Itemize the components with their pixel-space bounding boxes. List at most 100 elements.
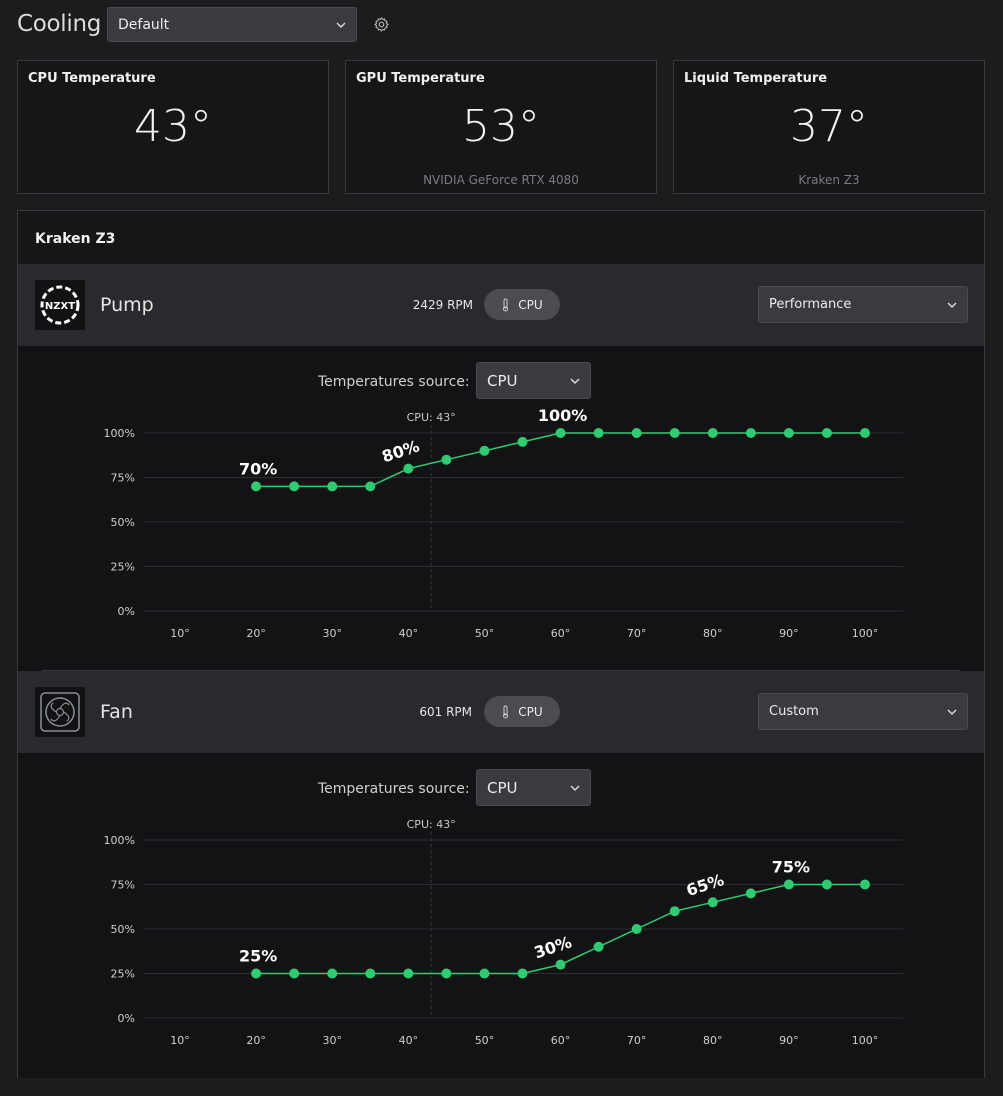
curve-point[interactable] [289, 968, 300, 979]
curve-point[interactable] [593, 941, 604, 952]
y-tick-label: 25% [111, 968, 135, 981]
fan-source-pill[interactable]: CPU [484, 696, 560, 727]
fan-icon [35, 687, 85, 737]
data-label: 75% [772, 858, 810, 877]
gpu-name: NVIDIA GeForce RTX 4080 [423, 173, 579, 187]
x-tick-label: 10° [170, 1034, 190, 1047]
pump-name: Pump [100, 294, 154, 316]
curve-point[interactable] [631, 924, 642, 934]
curve-point[interactable] [745, 428, 756, 438]
curve-point[interactable] [251, 481, 262, 492]
y-tick-label: 50% [111, 516, 135, 529]
page-header: Cooling [17, 6, 101, 42]
curve-point[interactable] [669, 428, 680, 438]
curve-point[interactable] [517, 968, 528, 979]
x-tick-label: 30° [322, 1034, 342, 1047]
x-tick-label: 100° [852, 1034, 879, 1047]
fan-mode-select[interactable]: Custom [758, 693, 968, 730]
curve-point[interactable] [707, 428, 718, 438]
liquid-device-name: Kraken Z3 [798, 173, 860, 187]
current-temp-label: CPU: 43° [407, 818, 456, 831]
curve-point[interactable] [441, 454, 452, 465]
curve-point[interactable] [555, 428, 566, 438]
chevron-down-icon [947, 301, 957, 308]
fan-rpm: 601 RPM [419, 705, 472, 719]
x-tick-label: 80° [703, 1034, 723, 1047]
svg-text:NZXT: NZXT [45, 301, 75, 312]
curve-point[interactable] [479, 445, 490, 456]
curve-point[interactable] [327, 481, 338, 492]
profile-select[interactable]: Default [107, 7, 357, 42]
curve-point[interactable] [707, 897, 718, 908]
curve-point[interactable] [669, 906, 680, 917]
pump-mode-select[interactable]: Performance [758, 286, 968, 323]
curve-point[interactable] [251, 968, 262, 979]
curve-point[interactable] [745, 888, 756, 899]
curve-line [256, 432, 865, 488]
cpu-temperature-value: 43° [134, 101, 212, 152]
x-tick-label: 40° [399, 1034, 419, 1047]
data-label: 70% [239, 459, 277, 478]
curve-point[interactable] [783, 428, 794, 438]
curve-point[interactable] [860, 428, 870, 438]
x-tick-label: 70° [627, 627, 647, 640]
x-tick-label: 70° [627, 1034, 647, 1047]
y-tick-label: 100% [104, 427, 135, 440]
curve-point[interactable] [593, 428, 604, 438]
gpu-temperature-card: GPU Temperature 53° NVIDIA GeForce RTX 4… [345, 60, 657, 194]
page-title: Cooling [17, 11, 102, 37]
curve-point[interactable] [365, 481, 376, 492]
profile-select-value: Default [118, 16, 170, 33]
x-tick-label: 20° [246, 1034, 266, 1047]
curve-point[interactable] [403, 463, 414, 474]
curve-point[interactable] [860, 879, 870, 890]
thermometer-icon [503, 298, 509, 311]
pump-source-label: CPU [518, 297, 543, 312]
curve-point[interactable] [631, 428, 642, 438]
liquid-temperature-card: Liquid Temperature 37° Kraken Z3 [673, 60, 985, 194]
x-tick-label: 100° [852, 627, 879, 640]
curve-point[interactable] [517, 436, 528, 447]
x-tick-label: 60° [551, 1034, 571, 1047]
y-tick-label: 50% [111, 923, 135, 936]
curve-point[interactable] [365, 968, 376, 979]
data-label: 25% [239, 947, 277, 966]
x-tick-label: 40° [399, 627, 419, 640]
current-temp-label: CPU: 43° [407, 411, 456, 424]
x-tick-label: 30° [322, 627, 342, 640]
pump-header: NZXT Pump 2429 RPM CPU Performance [18, 264, 984, 346]
pump-curve-chart[interactable]: 0% 25% 50% 75% 100% 10° 20° 30° 40° 50° 60° 70° 80° 9… [18, 346, 984, 671]
fan-source-label: CPU [518, 704, 543, 719]
pump-rpm: 2429 RPM [412, 298, 473, 312]
gear-icon[interactable] [373, 16, 390, 33]
gpu-temperature-value: 53° [462, 101, 540, 152]
data-label: 65% [684, 870, 726, 900]
x-tick-label: 90° [779, 627, 799, 640]
curve-point[interactable] [479, 968, 490, 979]
fan-name: Fan [100, 701, 133, 723]
cpu-temperature-label: CPU Temperature [28, 71, 156, 86]
curve-point[interactable] [289, 481, 300, 492]
fan-header: Fan 601 RPM CPU Custom [18, 671, 984, 753]
data-label: 100% [538, 406, 587, 425]
curve-point[interactable] [403, 968, 414, 979]
y-tick-label: 75% [111, 879, 135, 892]
curve-point[interactable] [821, 879, 832, 890]
curve-point[interactable] [783, 879, 794, 890]
fan-curve-chart[interactable]: 0% 25% 50% 75% 100% 10° 20° 30° 40° 50° 60° 70° 80° 9… [18, 753, 984, 1078]
fan-mode-value: Custom [769, 704, 819, 719]
x-tick-label: 20° [246, 627, 266, 640]
x-tick-label: 50° [475, 627, 495, 640]
curve-point[interactable] [441, 968, 452, 979]
y-tick-label: 25% [111, 561, 135, 574]
x-tick-label: 90° [779, 1034, 799, 1047]
pump-source-pill[interactable]: CPU [484, 289, 560, 320]
curve-point[interactable] [327, 968, 338, 979]
curve-point[interactable] [821, 428, 832, 438]
y-tick-label: 0% [118, 605, 135, 618]
curve-point[interactable] [555, 959, 566, 970]
chevron-down-icon [947, 708, 957, 715]
chevron-down-icon [336, 21, 346, 28]
kraken-panel: Kraken Z3 NZXT Pump 2429 RPM CPU Perform… [17, 210, 985, 1078]
data-label: 30% [532, 932, 574, 962]
